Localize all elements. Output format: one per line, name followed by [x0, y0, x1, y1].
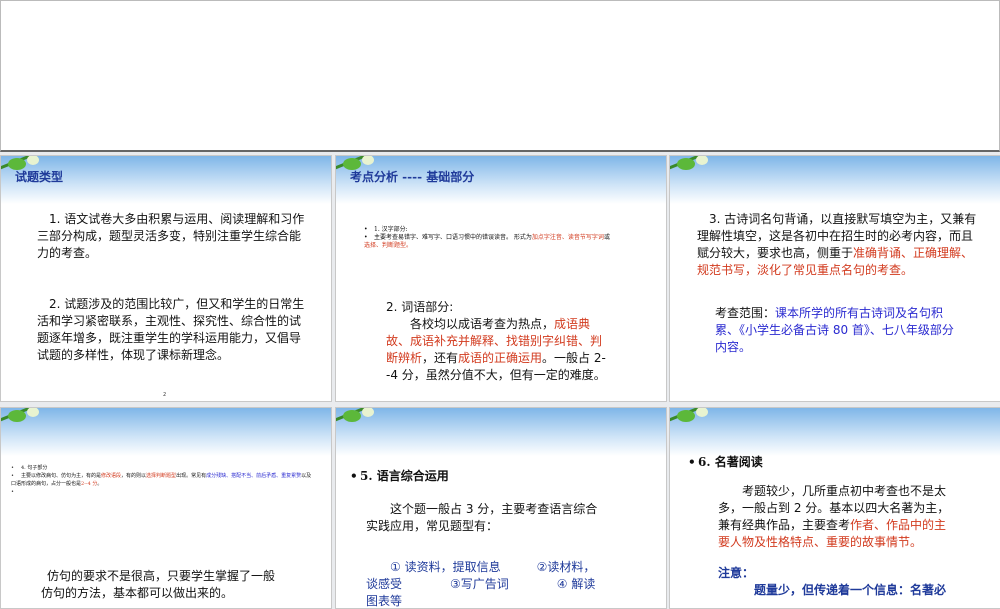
top-blank-pane: [0, 0, 1000, 152]
text-run: 1. 语文试卷大多由积累与运用、阅读理解和习作三部分构成，题型灵活多变，特别注重…: [37, 212, 304, 260]
text-run: ，还有: [422, 351, 458, 365]
text-run: 。: [97, 481, 102, 487]
page-number: 2: [163, 392, 166, 398]
slide-title: 试题类型: [15, 168, 63, 185]
slide-heading: •5. 语言综合运用: [350, 468, 449, 485]
text-run: 或: [604, 234, 610, 241]
bullet-icon: •: [11, 464, 21, 472]
bullet-icon: •: [11, 488, 21, 496]
text-run: 成语的正确运用: [458, 351, 542, 365]
para: 仿句的要求不是很高，只要学生掌握了一般仿句的方法，基本都可以做出来的。: [41, 568, 286, 602]
slide-body: 1. 语文试卷大多由积累与运用、阅读理解和习作三部分构成，题型灵活多变，特别注重…: [37, 211, 307, 364]
para: 考查范围：课本所学的所有古诗词及名句积累、《小学生必备古诗 80 首》、七八年级…: [715, 305, 955, 356]
slide-banner: [670, 408, 1000, 456]
text-run: 主要以修改病句、仿句为主，有的是: [21, 473, 101, 479]
text-run: 选择、判断题型。: [364, 242, 412, 249]
bullet-line: •1. 汉字部分:: [364, 226, 614, 234]
text-run: 出现。常见有: [176, 473, 206, 479]
slide-banner: [1, 408, 331, 456]
para: 各校均以成语考查为热点，成语典故、成语补充并解释、找错别字纠错、判断辨析，还有成…: [386, 316, 606, 384]
text-run: 考查范围：: [715, 306, 775, 320]
para: 题量少，但传递着一个信息：名著必: [718, 582, 953, 599]
slide-body: 仿句的要求不是很高，只要学生掌握了一般仿句的方法，基本都可以做出来的。: [41, 568, 286, 602]
para: 考题较少，几所重点初中考查也不是太多，一般占到 2 分。基本以四大名著为主，兼有…: [718, 483, 953, 551]
text-run: 各校均以成语考查为热点，: [410, 317, 554, 331]
heading-text: 5. 语言综合运用: [360, 469, 449, 483]
bullet-icon: •: [364, 226, 374, 234]
slide-small-body: •4. 句子部分 •主要以修改病句、仿句为主，有的是修改语段，有的则以选择判断题…: [11, 464, 316, 496]
para: 3. 古诗词名句背诵，以直接默写填空为主，又兼有理解性填空，这是各初中在招生时的…: [697, 211, 979, 279]
text-run: 注意：: [718, 566, 754, 580]
slide-small-body: •1. 汉字部分: •主要考查易错字、难写字、口语习惯中的错误读音。 形式为加点…: [364, 226, 614, 250]
bullet-icon: •: [11, 472, 21, 480]
text-run: 主要考查易错字、难写字、口语习惯中的错误读音。 形式为: [374, 234, 532, 241]
slide-banner: [336, 408, 666, 456]
text-run: 1. 汉字部分:: [374, 226, 408, 233]
text-run: 2. 试题涉及的范围比较广，但又和学生的日常生活和学习紧密联系，主观性、探究性、…: [37, 297, 304, 362]
para: 1. 语文试卷大多由积累与运用、阅读理解和习作三部分构成，题型灵活多变，特别注重…: [37, 211, 307, 262]
text-run: 修改语段: [101, 473, 121, 479]
bullet-line: •主要考查易错字、难写字、口语习惯中的错误读音。 形式为加点字注音、读音节写字词…: [364, 234, 614, 250]
leaf-decoration-icon: [335, 407, 380, 430]
text-run: 这个题一般占 3 分，主要考查语言综合实践应用，常见题型有：: [366, 502, 597, 533]
bullet-line: •: [11, 488, 316, 496]
text-run: 仿句的要求不是很高，只要学生掌握了一般仿句的方法，基本都可以做出来的。: [41, 569, 275, 600]
slide-thumbnail-2[interactable]: 考点分析 ---- 基础部分 •1. 汉字部分: •主要考查易错字、难写字、口语…: [335, 155, 667, 402]
text-run: 加点字注音、读音节写字词: [532, 234, 604, 241]
para: ① 读资料，提取信息 ②读材料，谈感受 ③写广告词 ④ 解读图表等: [366, 559, 606, 609]
bullet-line: •4. 句子部分: [11, 464, 316, 472]
para: 这个题一般占 3 分，主要考查语言综合实践应用，常见题型有：: [366, 501, 606, 535]
leaf-decoration-icon: [669, 407, 714, 430]
bullet-line: •主要以修改病句、仿句为主，有的是修改语段，有的则以选择判断题型出现。常见有成分…: [11, 472, 316, 488]
slide-banner: [670, 156, 1000, 204]
slide-thumbnail-4[interactable]: •4. 句子部分 •主要以修改病句、仿句为主，有的是修改语段，有的则以选择判断题…: [0, 407, 332, 609]
leaf-decoration-icon: [0, 407, 45, 430]
slide-body: 2. 词语部分: 各校均以成语考查为热点，成语典故、成语补充并解释、找错别字纠错…: [386, 299, 606, 384]
text-run: 成分残缺、搭配不当、前后矛盾、重复累赘: [206, 473, 301, 479]
para: 2. 词语部分:: [386, 299, 606, 316]
heading-text: 6. 名著阅读: [698, 455, 763, 469]
text-run: 2. 词语部分:: [386, 300, 453, 314]
slide-thumbnail-5[interactable]: •5. 语言综合运用 这个题一般占 3 分，主要考查语言综合实践应用，常见题型有…: [335, 407, 667, 609]
text-run: 2--4 分: [81, 481, 97, 487]
leaf-decoration-icon: [669, 155, 714, 178]
text-run: 选择判断题型: [146, 473, 176, 479]
para: 2. 试题涉及的范围比较广，但又和学生的日常生活和学习紧密联系，主观性、探究性、…: [37, 296, 307, 364]
slide-body: 考题较少，几所重点初中考查也不是太多，一般占到 2 分。基本以四大名著为主，兼有…: [718, 483, 953, 599]
text-run: 题量少，但传递着一个信息：名著必: [754, 583, 946, 597]
slide-thumbnail-3[interactable]: 3. 古诗词名句背诵，以直接默写填空为主，又兼有理解性填空，这是各初中在招生时的…: [669, 155, 1000, 402]
para: 注意：: [718, 565, 953, 582]
slide-thumbnail-1[interactable]: 试题类型 1. 语文试卷大多由积累与运用、阅读理解和习作三部分构成，题型灵活多变…: [0, 155, 332, 402]
text-run: ① 读资料，提取信息 ②读材料，谈感受 ③写广告词 ④ 解读图表等: [366, 560, 595, 608]
slide-thumbnail-6[interactable]: •6. 名著阅读 考题较少，几所重点初中考查也不是太多，一般占到 2 分。基本以…: [669, 407, 1000, 609]
slide-heading: •6. 名著阅读: [688, 454, 763, 471]
text-run: 4. 句子部分: [21, 465, 47, 471]
text-run: ，有的则以: [121, 473, 146, 479]
slide-title: 考点分析 ---- 基础部分: [350, 168, 474, 185]
bullet-icon: •: [364, 234, 374, 242]
slide-body: 3. 古诗词名句背诵，以直接默写填空为主，又兼有理解性填空，这是各初中在招生时的…: [697, 211, 979, 356]
slide-body: 这个题一般占 3 分，主要考查语言综合实践应用，常见题型有： ① 读资料，提取信…: [366, 501, 606, 609]
